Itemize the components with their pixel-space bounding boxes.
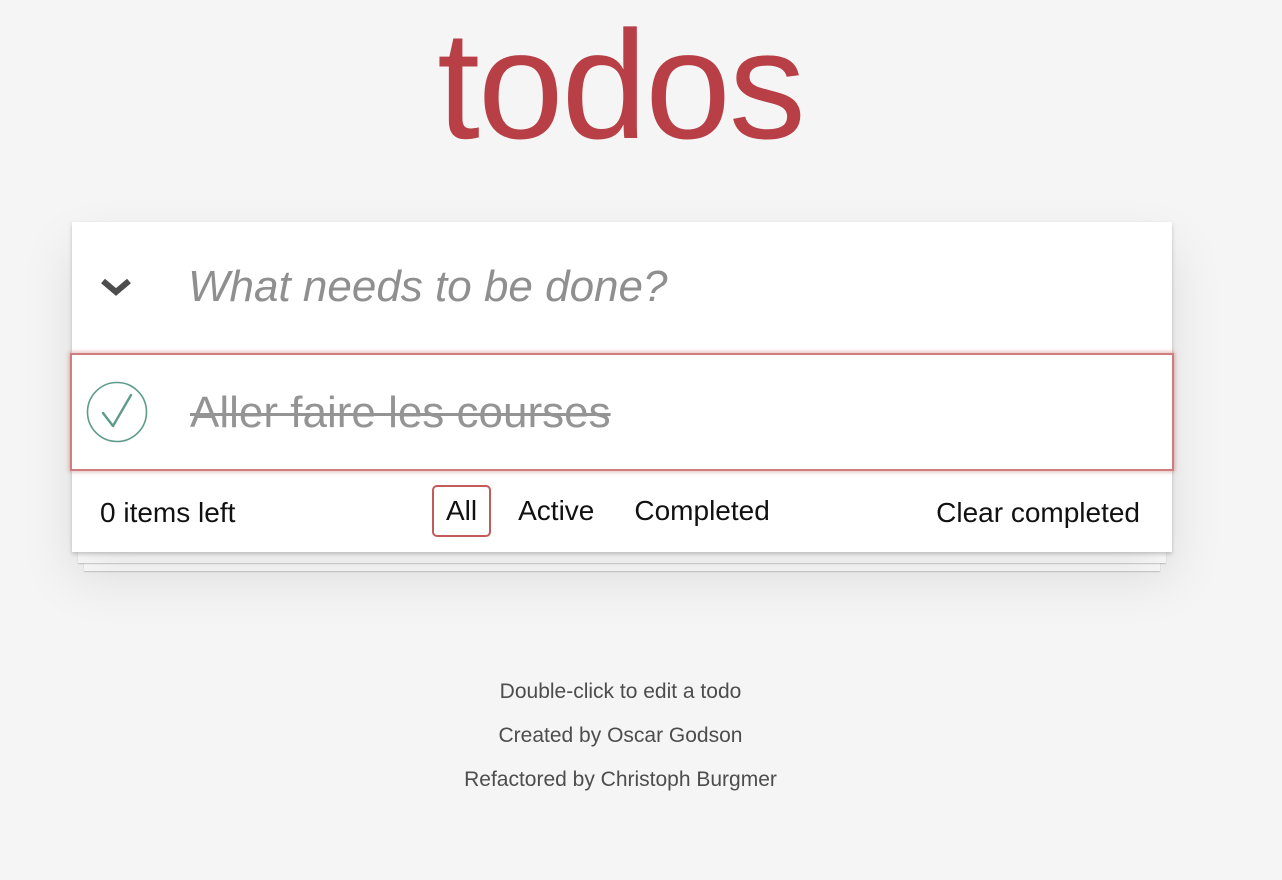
app-title: todos	[437, 0, 806, 171]
filter-item-completed: Completed	[621, 486, 796, 536]
info-footer: Double-click to edit a todo Created by O…	[0, 680, 1241, 812]
todo-toggle-checkbox[interactable]	[86, 381, 148, 443]
info-edit-hint: Double-click to edit a todo	[499, 680, 742, 703]
filter-completed-link[interactable]: Completed	[621, 486, 782, 536]
filter-all-link[interactable]: All	[432, 485, 492, 537]
new-todo-input[interactable]	[188, 252, 1128, 322]
info-refactored-by: Refactored by Christoph Burgmer	[464, 768, 777, 791]
checkmark-circle-icon	[86, 381, 148, 443]
filter-item-all: All	[432, 485, 505, 537]
toggle-all-button[interactable]	[96, 266, 136, 306]
todo-label[interactable]: Aller faire les courses	[190, 385, 611, 441]
chevron-down-icon	[101, 278, 131, 296]
filters: All Active Completed	[432, 485, 797, 537]
filter-active-link[interactable]: Active	[505, 486, 607, 536]
todo-footer: 0 items left All Active Completed Clear …	[72, 472, 1172, 553]
todo-item[interactable]: Aller faire les courses	[70, 353, 1174, 471]
todo-count: 0 items left	[100, 497, 236, 528]
new-todo-header	[72, 222, 1172, 352]
todo-app: Aller faire les courses 0 items left All…	[70, 222, 1174, 553]
filter-item-active: Active	[505, 486, 621, 536]
info-created-by: Created by Oscar Godson	[498, 724, 743, 747]
clear-completed-button[interactable]: Clear completed	[936, 495, 1140, 531]
